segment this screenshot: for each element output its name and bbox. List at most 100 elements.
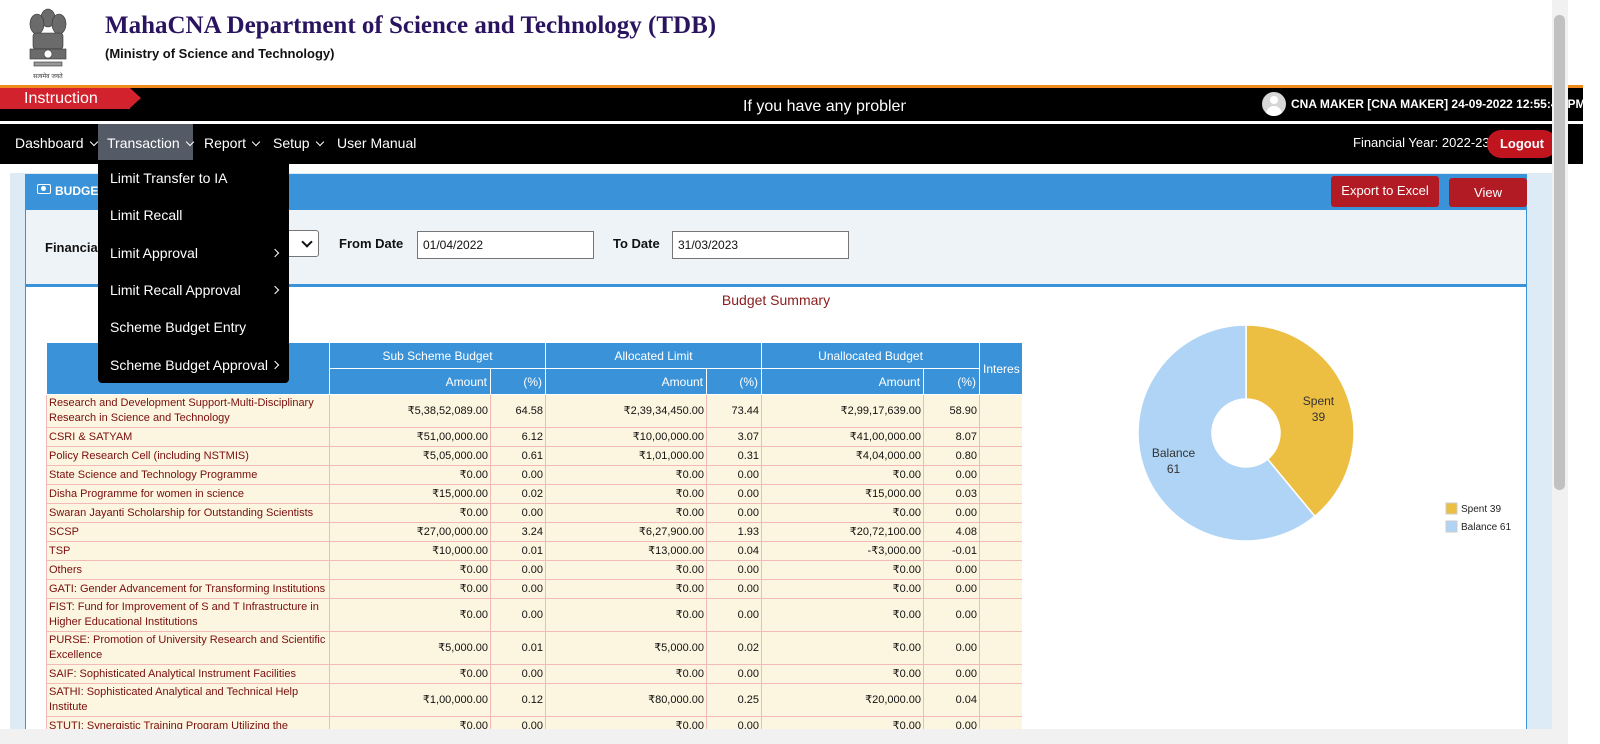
value-cell: 58.90: [923, 394, 981, 428]
state-emblem-icon: सत्यमेव जयते: [29, 8, 67, 80]
value-cell: ₹0.00: [545, 503, 708, 523]
export-excel-button[interactable]: Export to Excel: [1331, 176, 1439, 207]
value-cell: 0.0: [979, 683, 1022, 717]
value-cell: ₹2,39,34,450.00: [545, 394, 708, 428]
table-row: SCSP ₹27,00,000.00 3.24 ₹6,27,900.00 1.93 ₹20…: [46, 522, 1022, 542]
value-cell: ₹0.00: [329, 598, 491, 632]
table-row: SATHI: Sophisticated Analytical and Tech…: [46, 683, 1022, 717]
value-cell: 0.0: [979, 522, 1022, 542]
amount-header: Amount: [545, 368, 708, 395]
percent-header: (%): [706, 368, 763, 395]
value-cell: ₹0.00: [545, 560, 708, 580]
value-cell: ₹10,000.00: [329, 541, 491, 561]
page-title: MahaCNA Department of Science and Techno…: [105, 12, 717, 39]
value-cell: 0.00: [706, 664, 763, 684]
value-cell: ₹13,000.00: [545, 541, 708, 561]
scheme-name-cell: Research and Development Support-Multi-D…: [46, 394, 330, 428]
menu-item-limit-recall-approval[interactable]: Limit Recall Approval: [110, 282, 241, 298]
value-cell: ₹27,00,000.00: [329, 522, 491, 542]
menu-item-limit-transfer-to-ia[interactable]: Limit Transfer to IA: [110, 170, 227, 186]
value-cell: 0.0: [979, 484, 1022, 504]
menu-item-scheme-budget-approval[interactable]: Scheme Budget Approval: [110, 357, 268, 373]
value-cell: 0.00: [489, 503, 547, 523]
value-cell: 0.61: [489, 446, 547, 466]
logout-button[interactable]: Logout: [1487, 130, 1557, 158]
value-cell: ₹2,99,17,639.00: [761, 394, 925, 428]
user-info: CNA MAKER [CNA MAKER] 24-09-2022 12:55:4…: [1262, 92, 1586, 116]
horizontal-scrollbar[interactable]: [0, 729, 1568, 744]
value-cell: 3.24: [489, 522, 547, 542]
scheme-name-cell: Swaran Jayanti Scholarship for Outstandi…: [46, 503, 330, 523]
scheme-name-cell: TSP: [46, 541, 330, 561]
value-cell: 0.04: [923, 683, 981, 717]
legend-label: Spent 39: [1461, 504, 1501, 515]
from-date-input[interactable]: 01/04/2022: [417, 231, 594, 259]
value-cell: 3.07: [706, 427, 763, 447]
value-cell: ₹5,38,52,089.00: [329, 394, 491, 428]
value-cell: 0.01: [489, 541, 547, 561]
value-cell: ₹4,04,000.00: [761, 446, 925, 466]
vertical-scroll-thumb[interactable]: [1554, 15, 1565, 490]
value-cell: 0.0: [979, 541, 1022, 561]
value-cell: 0.00: [706, 579, 763, 599]
value-cell: ₹0.00: [761, 579, 925, 599]
value-cell: ₹51,00,000.00: [329, 427, 491, 447]
value-cell: 0.00: [706, 598, 763, 632]
scheme-name-cell: SAIF: Sophisticated Analytical Instrumen…: [46, 664, 330, 684]
value-cell: 0.12: [489, 683, 547, 717]
value-cell: ₹15,000.00: [761, 484, 925, 504]
value-cell: ₹10,00,000.00: [545, 427, 708, 447]
interest-header: Interes: [979, 342, 1022, 395]
nav-dashboard[interactable]: Dashboard: [6, 124, 106, 164]
view-button[interactable]: View: [1449, 178, 1527, 207]
table-row: Policy Research Cell (including NSTMIS) ₹…: [46, 446, 1022, 466]
scheme-name-cell: FIST: Fund for Improvement of S and T In…: [46, 598, 330, 632]
scheme-name-cell: Others: [46, 560, 330, 580]
amount-header: Amount: [329, 368, 491, 395]
value-cell: 0.0: [979, 446, 1022, 466]
value-cell: ₹0.00: [545, 465, 708, 485]
value-cell: 0.00: [923, 664, 981, 684]
value-cell: ₹1,00,000.00: [329, 683, 491, 717]
value-cell: 4.08: [923, 522, 981, 542]
value-cell: 0.00: [489, 579, 547, 599]
scheme-name-cell: GATI: Gender Advancement for Transformin…: [46, 579, 330, 599]
value-cell: 0.00: [489, 598, 547, 632]
menu-item-limit-recall[interactable]: Limit Recall: [110, 207, 182, 223]
menu-item-scheme-budget-entry[interactable]: Scheme Budget Entry: [110, 319, 246, 335]
value-cell: 8.07: [923, 427, 981, 447]
nav-user-manual[interactable]: User Manual: [328, 124, 425, 164]
value-cell: 0.0: [979, 598, 1022, 632]
user-avatar-icon: [1262, 92, 1286, 116]
value-cell: 0.0: [979, 465, 1022, 485]
value-cell: 0.00: [706, 560, 763, 580]
value-cell: 0.25: [706, 683, 763, 717]
value-cell: ₹80,000.00: [545, 683, 708, 717]
financial-year-filter-label: Financial: [45, 240, 102, 255]
table-row: Disha Programme for women in science ₹15,…: [46, 484, 1022, 504]
nav-transaction[interactable]: Transaction: [98, 124, 194, 164]
value-cell: 1.93: [706, 522, 763, 542]
menu-item-limit-approval[interactable]: Limit Approval: [110, 245, 198, 261]
budget-pie-chart: Spent 39 Balance 61 Spent 39 Balance 61: [1137, 324, 1511, 542]
value-cell: 0.03: [923, 484, 981, 504]
scheme-name-cell: PURSE: Promotion of University Research …: [46, 631, 330, 665]
value-cell: ₹0.00: [761, 664, 925, 684]
value-cell: 0.0: [979, 631, 1022, 665]
to-date-label: To Date: [613, 236, 660, 251]
nav-report[interactable]: Report: [195, 124, 268, 164]
to-date-input[interactable]: 31/03/2023: [672, 231, 849, 259]
transaction-dropdown-menu: [98, 160, 289, 383]
value-cell: 0.0: [979, 579, 1022, 599]
chevron-down-icon: [185, 137, 194, 147]
value-cell: ₹1,01,000.00: [545, 446, 708, 466]
value-cell: 0.00: [923, 631, 981, 665]
value-cell: 6.12: [489, 427, 547, 447]
value-cell: 0.00: [923, 503, 981, 523]
value-cell: ₹5,05,000.00: [329, 446, 491, 466]
instruction-tab[interactable]: Instruction: [0, 88, 130, 109]
value-cell: 0.0: [979, 503, 1022, 523]
value-cell: ₹0.00: [329, 664, 491, 684]
percent-header: (%): [489, 368, 547, 395]
nav-setup[interactable]: Setup: [264, 124, 332, 164]
